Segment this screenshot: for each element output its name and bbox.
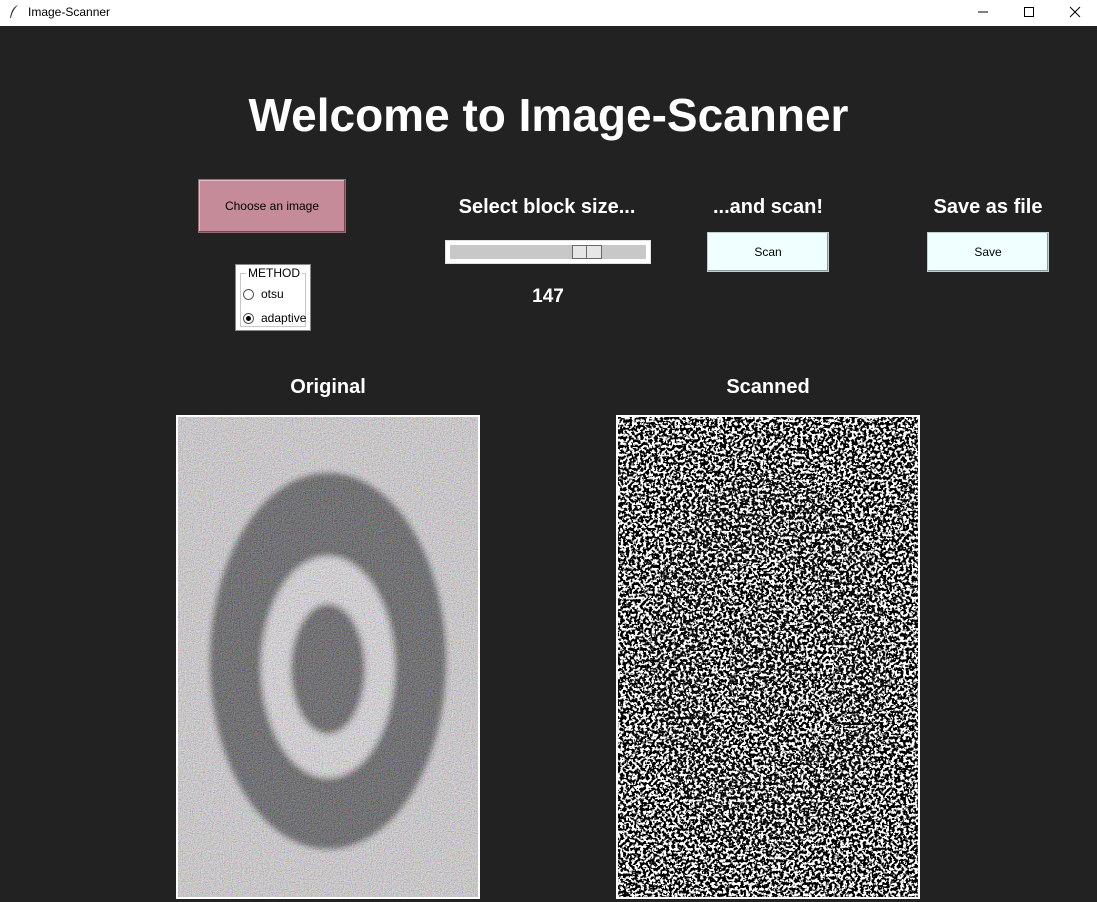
choose-image-button[interactable]: Choose an image [198,179,346,233]
maximize-button[interactable] [1006,0,1052,26]
maximize-icon [1024,7,1034,17]
scan-button[interactable]: Scan [707,232,829,272]
scanned-label: Scanned [726,376,810,398]
block-size-slider[interactable] [445,240,651,264]
close-button[interactable] [1052,0,1097,26]
page-title: Welcome to Image-Scanner [248,89,849,141]
slider-trough[interactable] [450,245,646,259]
feather-icon [10,5,18,18]
block-size-label: Select block size... [458,196,636,218]
radio-adaptive-label: adaptive [261,311,307,325]
minimize-button[interactable] [960,0,1006,26]
block-size-value: 147 [532,286,564,307]
slider-thumb[interactable] [572,245,602,259]
window-title: Image-Scanner [28,5,111,19]
radio-adaptive[interactable]: adaptive [243,311,306,325]
original-label: Original [290,376,366,398]
scanned-image [616,415,920,899]
close-icon [1069,6,1081,18]
radio-otsu-label: otsu [261,287,284,301]
minimize-icon [978,11,988,13]
save-label: Save as file [933,196,1043,218]
scan-label: ...and scan! [712,196,824,218]
radio-otsu[interactable]: otsu [243,287,284,301]
original-image [176,415,480,899]
window-titlebar: Image-Scanner [0,0,1097,26]
save-button[interactable]: Save [927,232,1049,272]
method-legend: METHOD [246,266,302,280]
radio-otsu-circle[interactable] [243,288,254,300]
radio-adaptive-circle[interactable] [243,312,254,324]
method-group: METHOD otsu adaptive [235,264,311,331]
